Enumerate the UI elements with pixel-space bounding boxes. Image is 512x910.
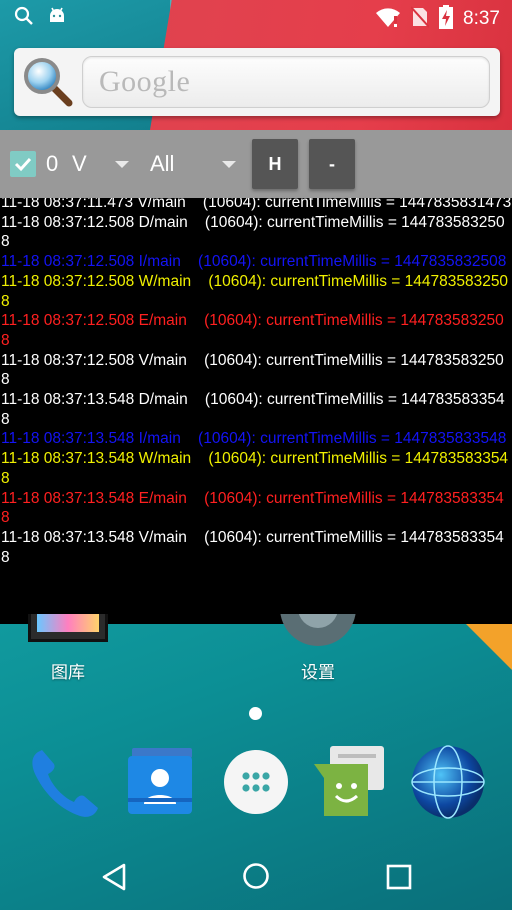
search-input[interactable]: Google	[82, 56, 490, 108]
minus-button[interactable]: -	[309, 139, 355, 189]
home-icon[interactable]	[242, 862, 270, 894]
battery-icon	[439, 5, 454, 33]
log-line: 11-18 08:37:12.508 D/main (10604): curre…	[1, 213, 505, 251]
browser-icon[interactable]	[408, 742, 488, 822]
recents-icon[interactable]	[386, 864, 412, 894]
gallery-icon[interactable]	[28, 614, 108, 642]
page-indicator	[249, 707, 262, 720]
no-sim-icon	[410, 6, 430, 32]
log-line: 11-18 08:37:12.508 W/main (10604): curre…	[1, 272, 509, 310]
messaging-icon[interactable]	[312, 742, 392, 822]
filter-select[interactable]: All	[150, 151, 174, 177]
log-count: 0	[46, 151, 59, 176]
back-icon[interactable]	[100, 862, 128, 896]
wallpaper-orange	[466, 624, 512, 670]
phone-icon[interactable]	[24, 742, 104, 822]
level-select[interactable]: V	[72, 151, 87, 177]
log-line: 11-18 08:37:13.548 W/main (10604): curre…	[1, 450, 509, 487]
search-icon	[14, 6, 34, 30]
h-button[interactable]: H	[252, 139, 298, 189]
enable-checkbox[interactable]	[10, 151, 36, 177]
log-line: 11-18 08:37:12.508 I/main (10604): curre…	[1, 253, 507, 271]
log-line: 11-18 08:37:12.508 E/main (10604): curre…	[1, 312, 504, 349]
log-line: 11-18 08:37:12.508 V/main (10604): curre…	[1, 351, 504, 389]
log-line: 11-18 08:37:13.548 D/main (10604): curre…	[1, 391, 505, 428]
settings-icon[interactable]	[280, 614, 356, 648]
contacts-icon[interactable]	[120, 742, 200, 822]
navigation-bar	[0, 840, 512, 910]
log-line: 11-18 08:37:11.473 V/main (10604): curre…	[1, 198, 512, 211]
log-list: 11-18 08:37:11.473 V/main (10604): curre…	[0, 198, 512, 567]
google-search-widget[interactable]: Google	[14, 48, 500, 116]
app-drawer-icon[interactable]	[216, 742, 296, 822]
log-line: 11-18 08:37:13.548 V/main (10604): curre…	[1, 528, 504, 566]
app-label-gallery[interactable]: 图库	[8, 658, 128, 683]
wifi-icon	[375, 7, 401, 31]
search-placeholder: Google	[99, 65, 191, 98]
status-bar: 8:37	[0, 0, 512, 34]
log-output[interactable]: 11-18 08:37:11.473 V/main (10604): curre…	[0, 198, 512, 624]
log-line: 11-18 08:37:13.548 E/main (10604): curre…	[1, 489, 504, 527]
android-icon	[48, 7, 66, 29]
level-dropdown-icon[interactable]	[115, 161, 129, 168]
app-label-settings[interactable]: 设置	[258, 658, 378, 683]
filter-dropdown-icon[interactable]	[222, 161, 236, 168]
search-icon[interactable]	[22, 56, 74, 112]
log-line: 11-18 08:37:13.548 I/main (10604): curre…	[1, 430, 507, 448]
clock: 8:37	[463, 8, 500, 29]
